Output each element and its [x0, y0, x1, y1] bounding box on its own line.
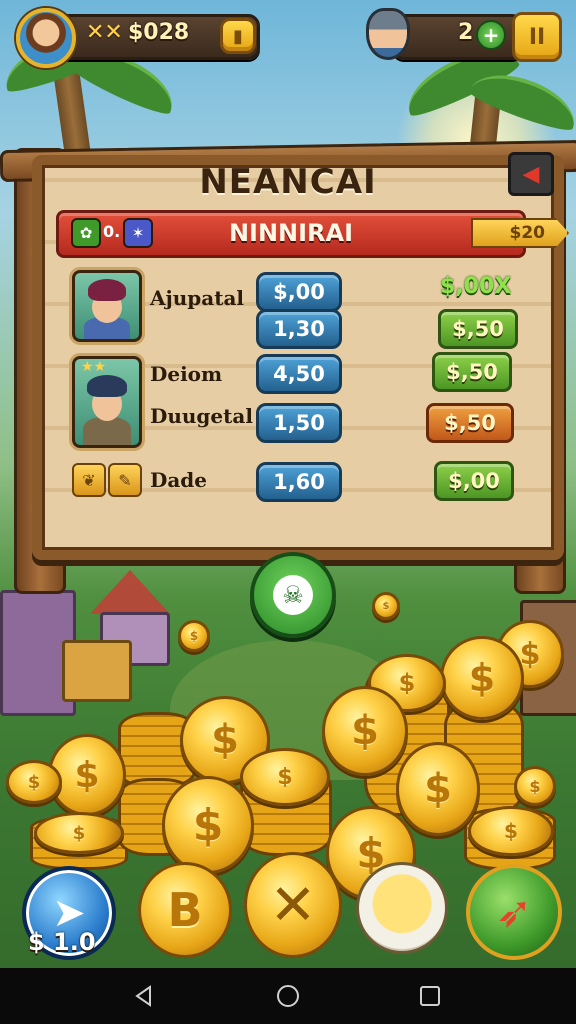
crossed-swords-icon: ✕✕ [86, 20, 123, 45]
gold-coin: $ [240, 748, 330, 806]
gold-coin: $ [396, 742, 480, 836]
feather-icon[interactable]: ❦ [72, 463, 106, 497]
gold-coin: $ [468, 806, 554, 856]
hut-roof [90, 570, 170, 614]
boost-amount: $ 1.0 [28, 928, 96, 956]
lives-count: 2 [458, 20, 474, 45]
row-price-2[interactable]: $,50 [438, 309, 518, 349]
row-price-5[interactable]: $,00 [434, 461, 514, 501]
reward-tag-label: $20 [509, 223, 546, 243]
skull-icon: ☠ [273, 575, 313, 615]
b-coin-button[interactable]: B [138, 862, 232, 958]
row-value-1: $,00 [256, 272, 342, 312]
gold-coin: $ [322, 686, 408, 776]
shop-button[interactable]: ▮ [220, 18, 256, 54]
system-nav-bar [0, 968, 576, 1024]
row-value-2: 1,30 [256, 309, 342, 349]
banner-title: NINNIRAI [228, 219, 354, 247]
row-price-3[interactable]: $,50 [432, 352, 512, 392]
floating-coin: $ [372, 592, 400, 620]
board-banner: ✿ 0. ✶ NINNIRAI $20 [56, 210, 569, 258]
portrait-stars-icon: ★★ [81, 359, 107, 375]
row-value-3: 4,50 [256, 354, 342, 394]
currency-amount: $028 [128, 20, 190, 45]
cancel-coin-button[interactable]: ✕ [244, 852, 342, 958]
row-name-5: Dade [150, 468, 208, 492]
character-portrait-2[interactable]: ★★ [72, 356, 142, 448]
gold-coin: $ [34, 812, 124, 854]
character-portrait-1[interactable] [72, 270, 142, 342]
helmet-avatar-icon [366, 8, 410, 60]
cheese-coin-bowl [356, 862, 448, 954]
row-value-5: 1,60 [256, 462, 342, 502]
gold-coin: $ [440, 636, 524, 720]
village-stall [62, 640, 132, 702]
home-icon[interactable] [276, 984, 300, 1008]
board-title: NEANCAI [199, 162, 377, 202]
pause-button[interactable]: II [512, 12, 562, 62]
row-name-4: Duugetal [150, 404, 253, 428]
flag-icon[interactable]: ◀ [508, 152, 554, 196]
portrait-turban [87, 375, 127, 397]
player-avatar[interactable] [16, 8, 76, 68]
recents-icon[interactable] [418, 984, 442, 1008]
attack-button[interactable]: ➶ [466, 864, 562, 960]
reward-tag[interactable]: $20 [471, 218, 569, 248]
portrait-hair [88, 279, 126, 301]
gold-coin: $ [514, 766, 556, 806]
portrait-body [83, 417, 131, 445]
row-price-1[interactable]: $,00X [440, 274, 511, 299]
back-icon[interactable] [132, 984, 156, 1008]
row-value-4: 1,50 [256, 403, 342, 443]
collect-button[interactable]: ☠ [250, 552, 336, 638]
plus-icon[interactable]: + [476, 20, 506, 50]
floating-coin: $ [178, 620, 210, 652]
arrow-up-icon: ➶ [495, 886, 533, 938]
gold-coin: $ [162, 776, 254, 874]
gold-coin: $ [6, 760, 62, 804]
tool-icon[interactable]: ✎ [108, 463, 142, 497]
row-name-1: Ajupatal [150, 286, 245, 310]
row-price-4[interactable]: $,50 [426, 403, 514, 443]
row-name-3: Deiom [150, 362, 223, 386]
